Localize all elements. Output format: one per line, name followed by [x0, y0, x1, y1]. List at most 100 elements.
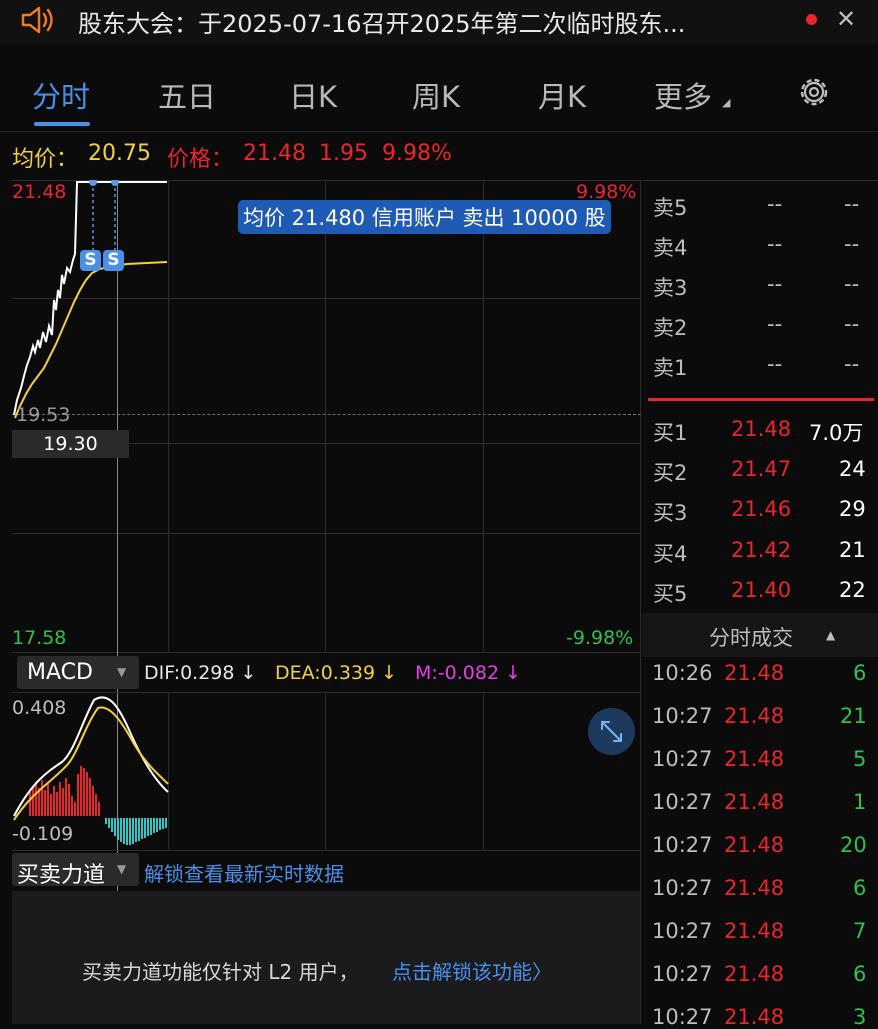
- ask-level-price: --: [767, 232, 783, 256]
- divider: [0, 131, 878, 132]
- tab-monthly-k[interactable]: 月K: [538, 74, 586, 116]
- macd-m: M:-0.082 ↓: [415, 662, 522, 684]
- macd-dea: DEA:0.339 ↓: [275, 662, 398, 684]
- trade-tooltip: 均价 21.480 信用账户 卖出 10000 股: [238, 200, 611, 234]
- ask-level-label: 卖1: [653, 356, 688, 380]
- bid-level-volume: 22: [839, 578, 866, 602]
- bid-level-label: 买1: [653, 421, 688, 445]
- trade-price: 21.48: [724, 661, 785, 685]
- ask-level-label: 卖2: [653, 316, 688, 340]
- bid-level-label: 买5: [653, 582, 688, 606]
- trade-time: 10:26: [652, 661, 713, 685]
- ask-level-label: 卖4: [653, 236, 688, 260]
- trade-volume: 20: [840, 833, 867, 857]
- axis-prev-close: 19.53: [16, 404, 71, 426]
- power-selector-label: 买卖力道: [17, 863, 106, 888]
- trade-price: 21.48: [724, 919, 785, 943]
- ask-level-price: --: [767, 272, 783, 296]
- trade-volume: 3: [853, 1005, 867, 1029]
- bid-level-label: 买4: [653, 542, 688, 566]
- ask-level-label: 卖3: [653, 276, 688, 300]
- trade-price: 21.48: [724, 704, 785, 728]
- trade-volume: 5: [853, 747, 867, 771]
- trade-price: 21.48: [724, 833, 785, 857]
- trade-time: 10:27: [652, 790, 713, 814]
- bid-level-volume: 24: [839, 457, 866, 481]
- axis-low-price: 17.58: [12, 627, 67, 649]
- axis-high-price: 21.48: [12, 181, 67, 203]
- sell-marker[interactable]: S: [103, 250, 124, 271]
- trade-volume: 6: [853, 876, 867, 900]
- macd-dif: DIF:0.298 ↓: [144, 662, 257, 684]
- ask-level-price: --: [767, 312, 783, 336]
- ask-level-label: 卖5: [653, 196, 688, 220]
- tab-daily-k[interactable]: 日K: [289, 74, 337, 116]
- trade-price: 21.48: [724, 747, 785, 771]
- tab-five-day[interactable]: 五日: [158, 74, 216, 116]
- trade-time: 10:27: [652, 876, 713, 900]
- locked-feature-text: 买卖力道功能仅针对 L2 用户，: [82, 960, 359, 984]
- notice-bar[interactable]: 股东大会：于2025-07-16召开2025年第二次临时股东... ✕: [0, 0, 878, 44]
- expand-icon: [601, 721, 622, 742]
- price-label: 价格：: [167, 147, 234, 172]
- chevron-down-icon: ▼: [117, 862, 127, 876]
- trade-price: 21.48: [724, 1005, 785, 1029]
- price-change-pct: 9.98%: [382, 141, 452, 166]
- trade-price: 21.48: [724, 790, 785, 814]
- bid-level-price: 21.42: [731, 538, 792, 562]
- trade-volume: 21: [840, 704, 867, 728]
- unlock-feature-link[interactable]: 点击解锁该功能〉: [392, 956, 552, 985]
- price-change: 1.95: [319, 141, 368, 166]
- axis-low-pct: -9.98%: [566, 627, 634, 649]
- tab-weekly-k[interactable]: 周K: [412, 74, 460, 116]
- expand-button[interactable]: [588, 708, 635, 755]
- chevron-down-icon: ▼: [117, 665, 127, 679]
- sell-marker[interactable]: S: [80, 250, 101, 271]
- cursor-price-label: 19.30: [12, 430, 129, 458]
- active-tab-indicator: [34, 122, 90, 126]
- trade-price: 21.48: [724, 876, 785, 900]
- trade-time: 10:27: [652, 704, 713, 728]
- tab-more[interactable]: 更多: [654, 74, 712, 116]
- collapse-caret-icon[interactable]: ▲: [826, 628, 835, 642]
- ask-level-price: --: [767, 192, 783, 216]
- axis-high-pct: 9.98%: [576, 181, 637, 203]
- bid-level-label: 买2: [653, 461, 688, 485]
- speaker-icon: [21, 6, 53, 34]
- gear-icon[interactable]: [796, 74, 832, 110]
- avg-value: 20.75: [88, 141, 151, 166]
- ask-bid-divider: [648, 398, 874, 401]
- tab-intraday[interactable]: 分时: [32, 74, 90, 116]
- trade-volume: 1: [853, 790, 867, 814]
- bid-level-volume: 21: [839, 538, 866, 562]
- trade-volume: 6: [853, 962, 867, 986]
- price-line-graph: [13, 180, 168, 419]
- more-caret-icon: ◢: [722, 96, 731, 109]
- trade-volume: 6: [853, 661, 867, 685]
- notice-text[interactable]: 股东大会：于2025-07-16召开2025年第二次临时股东...: [78, 4, 685, 39]
- avg-label: 均价：: [12, 147, 79, 172]
- macd-selector-label: MACD: [27, 660, 93, 685]
- bid-level-price: 21.47: [731, 457, 792, 481]
- bid-level-label: 买3: [653, 501, 688, 525]
- trade-time: 10:27: [652, 833, 713, 857]
- trade-time: 10:27: [652, 962, 713, 986]
- ask-level-volume: --: [844, 232, 860, 256]
- trade-time: 10:27: [652, 747, 713, 771]
- bid-level-price: 21.46: [731, 497, 792, 521]
- trades-title: 分时成交: [709, 626, 793, 650]
- ask-level-price: --: [767, 352, 783, 376]
- macd-axis-bottom: -0.109: [12, 823, 74, 845]
- unlock-realtime-link[interactable]: 解锁查看最新实时数据: [144, 858, 344, 887]
- ask-level-volume: --: [844, 192, 860, 216]
- macd-axis-top: 0.408: [12, 697, 67, 719]
- bid-level-price: 21.48: [731, 417, 792, 441]
- trade-volume: 7: [853, 919, 867, 943]
- bid-level-volume: 29: [839, 497, 866, 521]
- price-value: 21.48: [243, 141, 306, 166]
- trade-time: 10:27: [652, 919, 713, 943]
- ask-level-volume: --: [844, 272, 860, 296]
- ask-level-volume: --: [844, 352, 860, 376]
- bid-level-volume: 7.0万: [809, 421, 864, 445]
- close-icon[interactable]: ✕: [836, 5, 856, 33]
